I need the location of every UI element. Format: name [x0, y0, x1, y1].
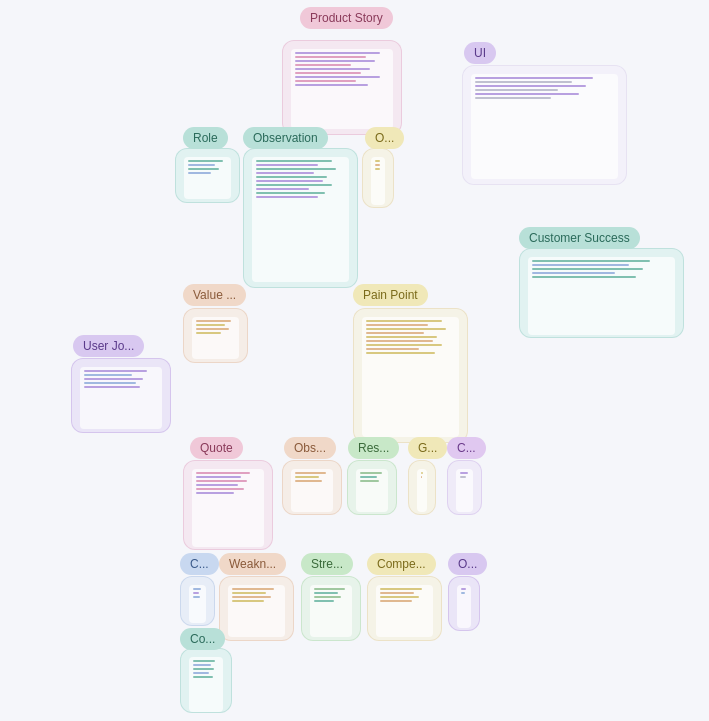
group-o1	[362, 148, 394, 208]
label-co[interactable]: Co...	[180, 628, 225, 650]
group-c2	[180, 576, 215, 626]
group-compe	[367, 576, 442, 641]
label-quote[interactable]: Quote	[190, 437, 243, 459]
group-quote	[183, 460, 273, 550]
label-o1[interactable]: O...	[365, 127, 404, 149]
group-weakn	[219, 576, 294, 641]
label-customer-success[interactable]: Customer Success	[519, 227, 640, 249]
group-obs2	[282, 460, 342, 515]
label-c2[interactable]: C...	[180, 553, 219, 575]
label-res[interactable]: Res...	[348, 437, 399, 459]
label-role[interactable]: Role	[183, 127, 228, 149]
label-pain-point[interactable]: Pain Point	[353, 284, 428, 306]
group-g	[408, 460, 436, 515]
label-compe[interactable]: Compe...	[367, 553, 436, 575]
label-g[interactable]: G...	[408, 437, 447, 459]
group-observation	[243, 148, 358, 288]
group-c1	[447, 460, 482, 515]
group-role	[175, 148, 240, 203]
group-pain-point	[353, 308, 468, 443]
label-observation[interactable]: Observation	[243, 127, 328, 149]
label-user-jo[interactable]: User Jo...	[73, 335, 144, 357]
label-product-story[interactable]: Product Story	[300, 7, 393, 29]
label-ui[interactable]: UI	[464, 42, 496, 64]
group-user-jo	[71, 358, 171, 433]
group-co	[180, 648, 232, 713]
group-res	[347, 460, 397, 515]
group-stre	[301, 576, 361, 641]
label-c1[interactable]: C...	[447, 437, 486, 459]
label-obs2[interactable]: Obs...	[284, 437, 336, 459]
label-stre[interactable]: Stre...	[301, 553, 353, 575]
group-o2	[448, 576, 480, 631]
label-value[interactable]: Value ...	[183, 284, 246, 306]
group-customer-success	[519, 248, 684, 338]
group-product-story	[282, 40, 402, 135]
label-o2[interactable]: O...	[448, 553, 487, 575]
group-value	[183, 308, 248, 363]
group-ui	[462, 65, 627, 185]
mind-map-canvas: Product Story UI	[0, 0, 709, 721]
label-weakn[interactable]: Weakn...	[219, 553, 286, 575]
